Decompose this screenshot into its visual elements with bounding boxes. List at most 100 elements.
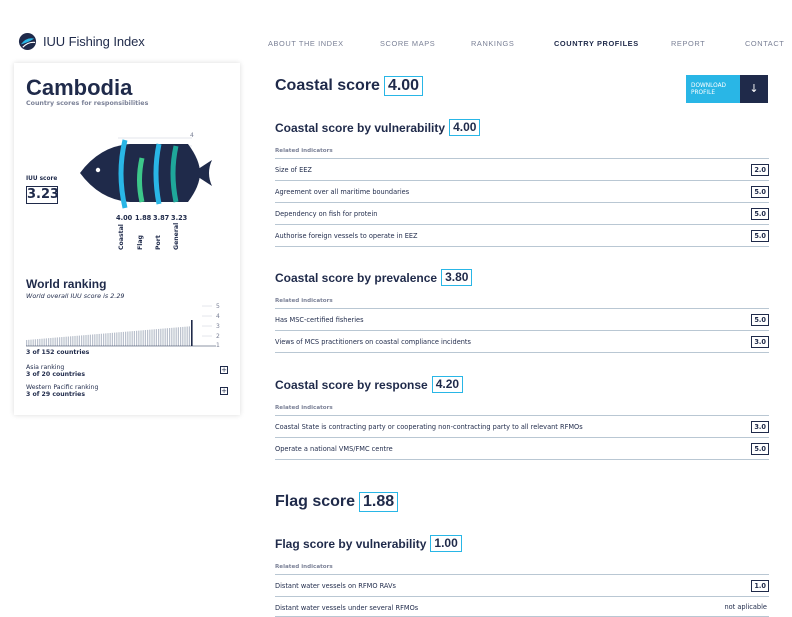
country-subtitle: Country scores for responsibilities: [26, 100, 149, 107]
indicator-row: Agreement over all maritime boundaries 5…: [275, 180, 769, 202]
ranking-bar: [158, 328, 160, 346]
coastal-response-value: 4.20: [431, 376, 464, 393]
rank-axis-5: 5: [216, 303, 220, 310]
coastal-vulnerability-value: 4.00: [449, 119, 481, 136]
ranking-bar: [162, 328, 164, 346]
top-header: IUU Fishing Index ABOUT THE INDEX SCORE …: [0, 0, 792, 60]
ranking-bar: [39, 338, 41, 346]
ranking-bar: [114, 332, 116, 346]
ranking-bar: [144, 330, 146, 346]
brand-name: IUU Fishing Index: [43, 34, 145, 49]
indicator-value: 3.0: [751, 336, 769, 348]
general-score-number: 3.23: [171, 214, 188, 222]
ranking-bar: [153, 329, 155, 346]
ranking-bar: [107, 333, 109, 346]
indicator-label: Authorise foreign vessels to operate in …: [275, 232, 418, 240]
indicator-row: Distant water vessels under several RFMO…: [275, 596, 769, 617]
ranking-bar: [125, 331, 127, 346]
ranking-bar: [52, 337, 54, 346]
ranking-bar: [92, 334, 94, 346]
ranking-bar: [83, 335, 85, 346]
table-divider: [275, 352, 769, 353]
coastal-score-value: 4.00: [383, 76, 424, 96]
nav-rankings[interactable]: RANKINGS: [471, 39, 514, 48]
ranking-bar: [177, 327, 179, 346]
expand-wp-icon[interactable]: +: [220, 387, 228, 395]
indicator-label: Operate a national VMS/FMC centre: [275, 445, 393, 453]
ranking-bar: [136, 330, 138, 346]
indicator-value: 5.0: [751, 314, 769, 326]
globe-fish-icon: [18, 32, 37, 51]
download-profile-button[interactable]: DOWNLOAD PROFILE ↓: [686, 75, 768, 103]
indicator-row: Distant water vessels on RFMO RAVs 1.0: [275, 574, 769, 596]
ranking-bar: [133, 330, 135, 346]
ranking-bar: [70, 336, 72, 346]
port-category-label: Port: [155, 235, 162, 250]
coastal-response-title: Coastal score by response: [275, 377, 428, 392]
brand-logo[interactable]: IUU Fishing Index: [18, 32, 145, 51]
ranking-bar: [74, 335, 76, 346]
ranking-bar: [61, 337, 63, 346]
indicator-label: Agreement over all maritime boundaries: [275, 188, 410, 196]
coastal-prevalence-value: 3.80: [441, 269, 473, 286]
ranking-bar: [129, 331, 131, 346]
coastal-score-title: Coastal score: [275, 77, 380, 94]
asia-ranking-block: Asia ranking 3 of 20 countries: [26, 364, 85, 378]
expand-asia-icon[interactable]: +: [220, 366, 228, 374]
ranking-bar: [76, 335, 78, 346]
ranking-bar: [59, 337, 61, 346]
ranking-bar: [180, 327, 182, 346]
download-profile-label: DOWNLOAD PROFILE: [691, 83, 727, 96]
country-name: Cambodia: [26, 75, 133, 100]
ranking-bar: [89, 334, 91, 346]
ranking-bar: [30, 339, 32, 346]
iuu-score-label: IUU score: [26, 176, 58, 182]
nav-report[interactable]: REPORT: [671, 39, 705, 48]
indicator-value: 5.0: [751, 230, 769, 242]
ranking-bar: [94, 334, 96, 346]
ranking-bar: [48, 338, 50, 346]
indicator-value: 5.0: [751, 443, 769, 455]
coastal-vulnerability-title: Coastal score by vulnerability: [275, 120, 446, 135]
indicator-row: Dependency on fish for protein 5.0: [275, 202, 769, 224]
world-ranking-subtitle: World overall IUU score is 2.29: [26, 292, 125, 300]
indicator-value: 5.0: [751, 208, 769, 220]
coastal-score-heading: Coastal score 4.00: [275, 76, 424, 96]
related-indicators-label: Related indicators: [275, 564, 333, 570]
nav-score-maps[interactable]: SCORE MAPS: [380, 39, 435, 48]
nav-contact[interactable]: CONTACT: [745, 39, 784, 48]
flag-score-heading: Flag score 1.88: [275, 492, 399, 512]
ranking-bar: [188, 326, 190, 346]
ranking-bar: [151, 329, 153, 346]
ranking-bar: [78, 335, 80, 346]
ranking-bar: [67, 336, 69, 346]
ranking-bar: [140, 330, 142, 346]
coastal-category-label: Coastal: [118, 224, 125, 250]
rib-flag: [137, 157, 145, 203]
nav-country-profiles[interactable]: COUNTRY PROFILES: [554, 39, 639, 48]
ranking-bar: [116, 332, 118, 346]
ranking-bar: [50, 337, 52, 346]
related-indicators-label: Related indicators: [275, 405, 333, 411]
rank-axis-4: 4: [216, 313, 220, 320]
ranking-bar: [155, 329, 157, 346]
world-rank-text: 3 of 152 countries: [26, 349, 90, 356]
ranking-bar: [109, 333, 111, 346]
ranking-bar-chart: 5 4 3 2 1: [26, 303, 220, 348]
flag-vulnerability-title: Flag score by vulnerability: [275, 536, 427, 551]
indicator-row: Authorise foreign vessels to operate in …: [275, 224, 769, 246]
ranking-bar: [118, 332, 120, 346]
indicator-row: Has MSC-certified fisheries 5.0: [275, 308, 769, 330]
ranking-bar: [87, 334, 89, 346]
ranking-bar: [160, 328, 162, 346]
port-score-number: 3.87: [153, 214, 170, 222]
coastal-prevalence-title: Coastal score by prevalence: [275, 270, 438, 285]
indicator-value: not aplicable: [724, 603, 767, 611]
ranking-bar: [63, 336, 65, 346]
ranking-bar: [111, 332, 113, 346]
indicator-value: 1.0: [751, 580, 769, 592]
nav-about[interactable]: ABOUT THE INDEX: [268, 39, 344, 48]
indicator-label: Views of MCS practitioners on coastal co…: [275, 338, 471, 346]
ranking-bar: [120, 332, 122, 346]
download-arrow-icon: ↓: [740, 75, 768, 103]
